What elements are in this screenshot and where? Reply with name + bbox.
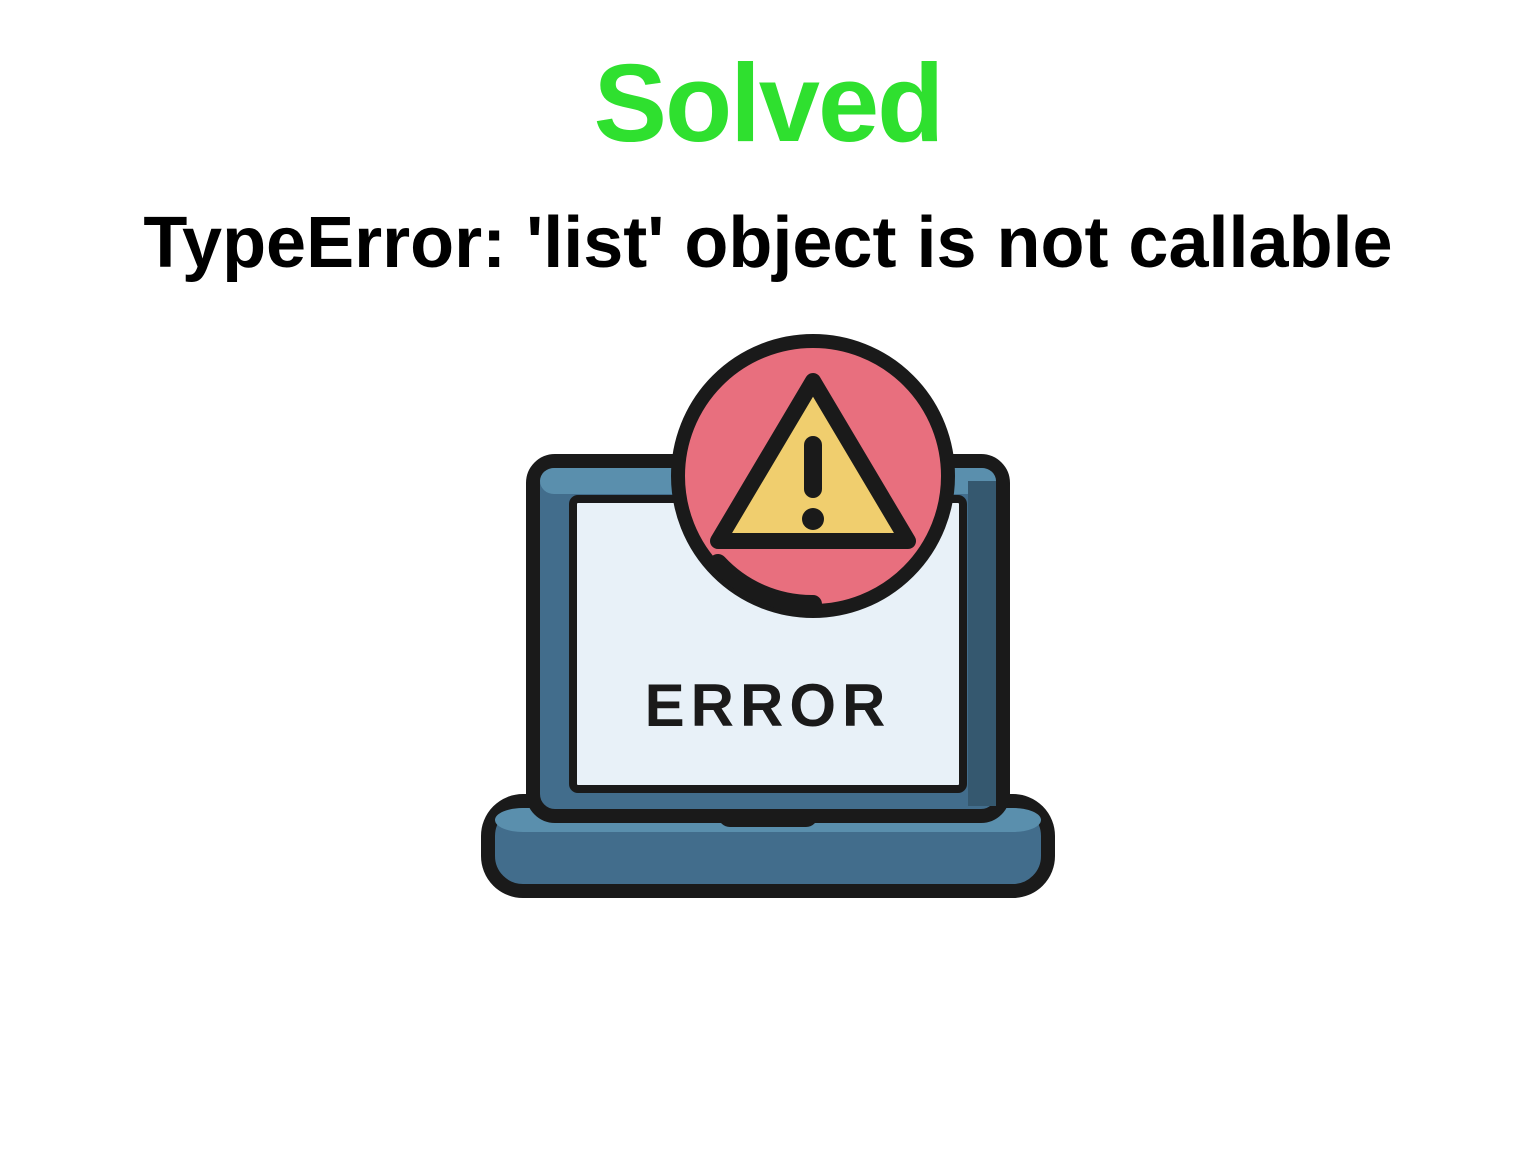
laptop-icon bbox=[468, 331, 1068, 931]
error-screen-text: ERROR bbox=[645, 671, 892, 740]
laptop-error-illustration: ERROR bbox=[468, 331, 1068, 931]
error-title: TypeError: 'list' object is not callable bbox=[143, 197, 1392, 291]
solved-heading: Solved bbox=[594, 40, 943, 167]
